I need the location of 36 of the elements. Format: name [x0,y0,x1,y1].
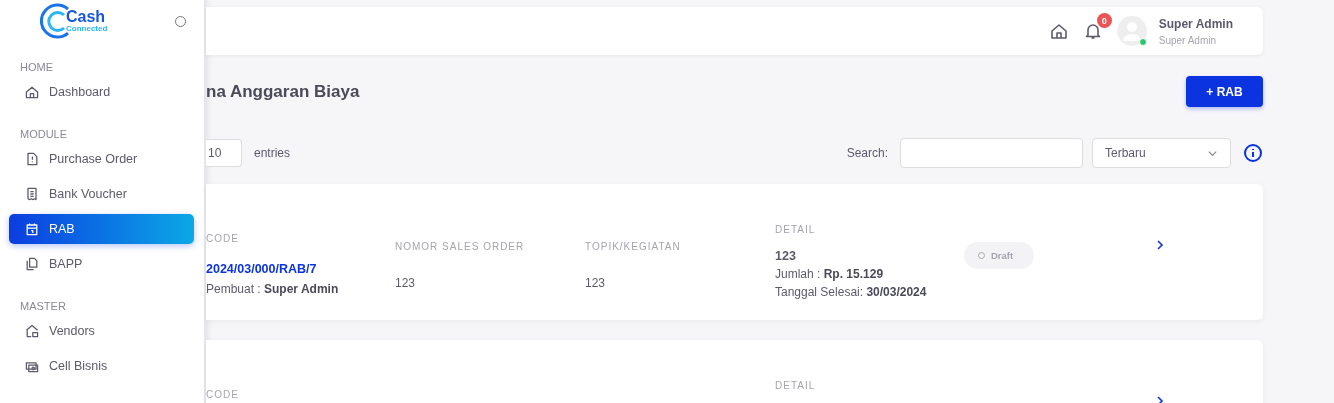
notification-count: 0 [1096,13,1112,28]
search-label: Search: [846,146,888,160]
logo[interactable]: Cash Connected [38,1,108,41]
sidebar-item[interactable]: Cell Bisnis [9,351,194,381]
sort-select[interactable]: Terbaru [1092,138,1231,168]
logo-subtitle: Connected [66,25,108,33]
sidebar-item[interactable]: Vendors [9,316,194,346]
sidebar-item[interactable]: Purchase Order [9,144,194,174]
section-heading: HOME [19,60,54,75]
user-name: Super Admin [1158,16,1233,31]
section-heading: MODULE [19,127,69,142]
sidebar-item[interactable]: RAB [9,214,194,244]
column-label: DETAIL [775,380,817,391]
user-role: Super Admin [1158,34,1218,46]
sidebar-item[interactable]: Dashboard [9,77,194,107]
section-heading: MASTER [19,299,67,314]
column-label: DETAIL [775,224,817,235]
column-label: CODE [206,389,240,400]
logo-title: Cash [66,9,107,25]
record-code[interactable]: 2024/03/000/RAB/7 [206,262,395,276]
date-text: Tanggal Selesai: 30/03/2024 [775,285,928,299]
amount-text: Jumlah : Rp. 15.129 [775,267,885,281]
status-badge: Draft [964,242,1034,269]
detail-title: 123 [775,249,797,263]
entries-select[interactable]: 10 [206,139,242,167]
column-label: NOMOR SALES ORDER [395,241,526,252]
sales-order-value: 123 [395,276,417,290]
sidebar-item[interactable]: BAPP [9,249,194,279]
entries-label: entries [254,146,291,160]
column-label: TOPIK/KEGIATAN [585,241,682,252]
column-label: CODE [206,233,240,244]
page-title: na Anggaran Biaya [206,81,360,102]
creator-text: Pembuat : Super Admin [206,282,340,296]
sidebar-item[interactable]: Bank Voucher [9,179,194,209]
add-button[interactable]: + RAB [1186,76,1263,107]
topic-value: 123 [585,276,607,290]
